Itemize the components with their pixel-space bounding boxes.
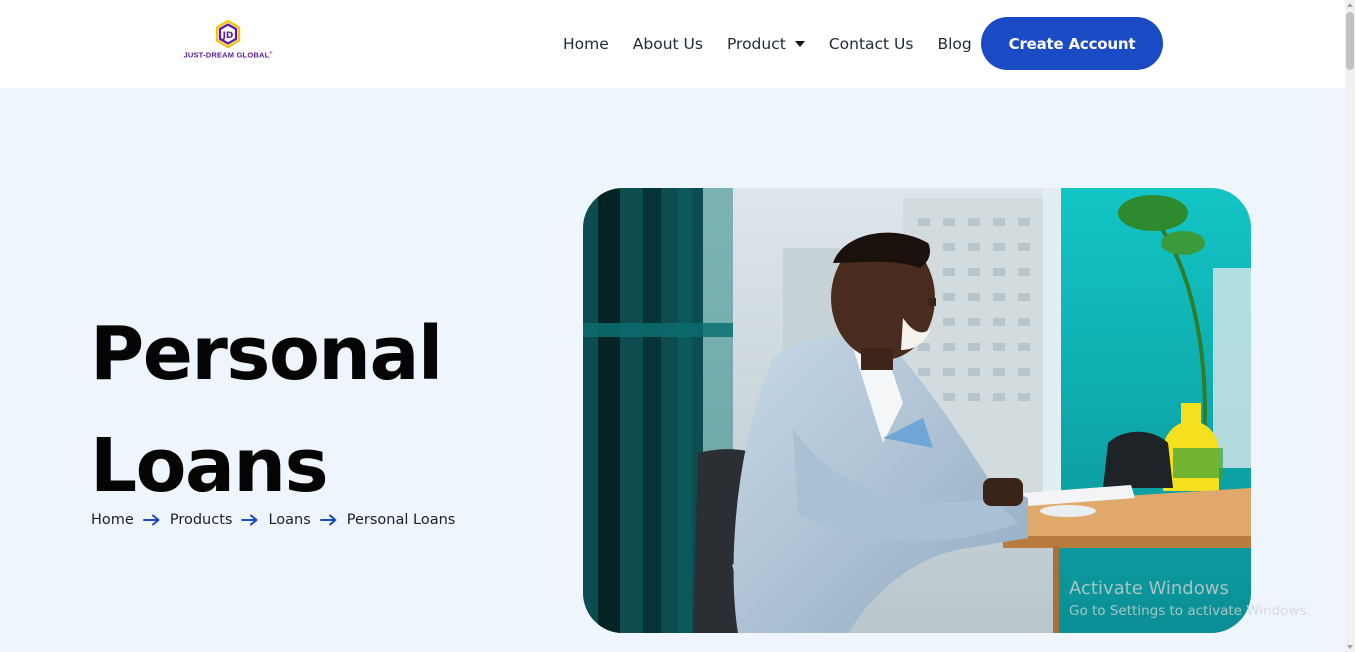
brand-logo[interactable]: JD JUST-DREAM GLOBAL® [172,20,284,62]
breadcrumb-current: Personal Loans [346,512,456,528]
breadcrumb-home[interactable]: Home [91,512,134,528]
arrow-right-icon [142,514,161,526]
page-title-line-1: Personal [90,311,443,397]
breadcrumb: Home Products Loans Personal Loans [91,512,455,528]
watermark-subtitle: Go to Settings to activate Windows. [1069,603,1311,619]
scroll-down-icon[interactable] [1347,645,1353,649]
office-scene-illustration [583,188,1251,633]
breadcrumb-loans[interactable]: Loans [268,512,310,528]
page-title-line-2: Loans [90,423,329,509]
nav-about-us[interactable]: About Us [633,35,703,53]
arrow-right-icon [241,514,259,526]
create-account-button[interactable]: Create Account [981,17,1163,70]
nav-blog[interactable]: Blog [937,35,971,53]
caret-down-icon [794,41,805,47]
hexagon-logo-icon: JD [215,20,241,48]
logo-wordmark: JUST-DREAM GLOBAL® [183,50,273,60]
breadcrumb-products[interactable]: Products [170,512,233,528]
watermark-title: Activate Windows [1069,578,1229,599]
arrow-right-icon [319,514,338,526]
nav-product[interactable]: Product [727,35,805,53]
page-scrollbar[interactable] [1345,0,1355,652]
nav-home[interactable]: Home [563,35,609,53]
scroll-up-icon[interactable] [1347,3,1353,7]
hero-photo [583,188,1251,633]
page-title: Personal Loans [90,298,510,522]
nav-contact-us[interactable]: Contact Us [829,35,914,53]
windows-activation-watermark: Activate Windows Go to Settings to activ… [1069,578,1311,622]
svg-text:JD: JD [222,31,234,41]
site-header: JD JUST-DREAM GLOBAL® Home About Us Prod… [0,0,1345,88]
main-navigation: Home About Us Product Contact Us Blog [551,0,996,88]
scroll-thumb[interactable] [1346,12,1354,70]
